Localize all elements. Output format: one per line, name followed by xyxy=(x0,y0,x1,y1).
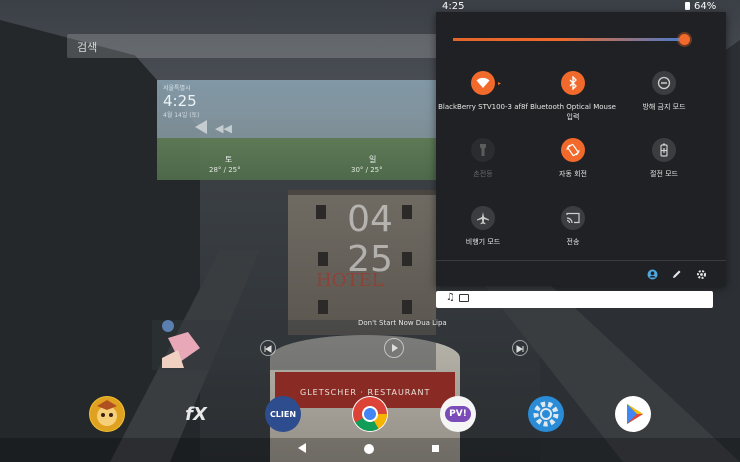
status-time: 4:25 xyxy=(442,1,465,12)
clash-of-clans-icon xyxy=(90,397,124,431)
tile-auto-rotate-label: 자동 회전 xyxy=(559,170,587,178)
wifi-icon xyxy=(471,71,495,95)
album-art xyxy=(162,320,200,368)
skip-previous-icon xyxy=(264,345,272,353)
airplane-icon xyxy=(471,206,495,230)
clien-icon: CLIEN xyxy=(269,409,297,419)
tile-dnd-label: 방해 금지 모드 xyxy=(642,103,686,111)
hotel-window xyxy=(318,300,328,314)
skip-next-icon xyxy=(516,345,524,353)
pv-badge: PV! xyxy=(440,396,476,432)
home-search-label: 검색 xyxy=(77,41,98,54)
dock-app-settings[interactable] xyxy=(528,396,564,432)
hotel-window xyxy=(316,205,326,219)
nav-back-button[interactable] xyxy=(298,443,306,453)
music-play-button[interactable] xyxy=(384,338,404,358)
tile-battery-saver-label: 절전 모드 xyxy=(650,170,678,178)
tile-bluetooth-sub: 입력 xyxy=(566,113,580,121)
weather-ground xyxy=(157,138,437,180)
dock-app-chrome[interactable] xyxy=(352,396,388,432)
weather-widget[interactable]: 서울특별시 4:25 4월 14일 (토) ◀◀ 토 28° / 25° 일 3… xyxy=(157,80,437,180)
play-store-icon xyxy=(616,397,650,431)
do-not-disturb-icon xyxy=(652,71,676,95)
tile-battery-saver[interactable]: 절전 모드 xyxy=(616,138,712,198)
media-box-icon xyxy=(459,294,469,302)
nav-home-button[interactable] xyxy=(364,444,374,454)
settings-gear-icon xyxy=(529,397,563,431)
dock-app-fx[interactable]: fX xyxy=(178,396,214,432)
weather-temp-2: 30° / 25° xyxy=(351,166,383,174)
flashlight-icon xyxy=(471,138,495,162)
brightness-track[interactable] xyxy=(453,38,689,41)
hotel-window xyxy=(402,205,412,219)
music-prev-button[interactable] xyxy=(260,340,276,356)
brightness-thumb[interactable] xyxy=(678,34,690,45)
weather-day-1: 토 xyxy=(225,155,233,164)
wifi-signal-caret-icon: ▸ xyxy=(498,80,502,87)
bluetooth-icon xyxy=(561,71,585,95)
settings-button[interactable] xyxy=(695,268,707,280)
hotel-window xyxy=(318,252,328,266)
battery-icon xyxy=(685,2,690,10)
user-switch-button[interactable] xyxy=(646,268,658,280)
fx-icon: fX xyxy=(185,403,207,425)
edit-icon xyxy=(673,270,681,278)
media-notification[interactable]: ♫ xyxy=(436,291,713,308)
tile-cast-label: 전송 xyxy=(566,238,580,246)
weather-date: 4월 14일 (토) xyxy=(163,112,200,119)
weather-location: 서울특별시 xyxy=(163,85,191,92)
tile-auto-rotate[interactable]: 자동 회전 xyxy=(525,138,621,198)
cast-icon xyxy=(561,206,585,230)
hotel-window xyxy=(402,252,412,266)
tile-flashlight[interactable]: 손전등 xyxy=(435,138,531,198)
tile-do-not-disturb[interactable]: 방해 금지 모드 xyxy=(616,71,712,131)
dock-app-pv[interactable]: PV! xyxy=(440,396,476,432)
weather-time: 4:25 xyxy=(163,92,197,110)
weather-prev-icon xyxy=(195,120,207,134)
nav-recents-button[interactable] xyxy=(432,445,439,452)
tile-wifi[interactable]: BlackBerry STV100-3 af8f xyxy=(435,71,531,131)
music-track-title: Don't Start Now Dua Lipa xyxy=(358,319,447,327)
hotel-sign: HOTEL xyxy=(316,270,384,291)
pv-icon: PV! xyxy=(445,406,471,422)
hotel-window xyxy=(402,300,412,314)
settings-icon xyxy=(696,269,706,279)
clock-hour: 04 xyxy=(347,199,393,240)
dock-app-clien[interactable]: CLIEN xyxy=(265,396,301,432)
music-next-button[interactable] xyxy=(512,340,528,356)
tile-wifi-label: BlackBerry STV100-3 af8f xyxy=(438,103,528,111)
auto-rotate-icon xyxy=(561,138,585,162)
tile-cast[interactable]: 전송 xyxy=(525,206,621,266)
tile-airplane-label: 비행기 모드 xyxy=(465,238,501,246)
dock-app-clash-of-clans[interactable] xyxy=(89,396,125,432)
user-icon xyxy=(647,269,657,279)
quick-settings-divider xyxy=(436,260,726,261)
play-icon xyxy=(392,344,398,352)
weather-rewind-icon: ◀◀ xyxy=(215,122,232,135)
big-clock-widget[interactable]: 04 25 xyxy=(345,200,395,280)
battery-saver-icon xyxy=(652,138,676,162)
chrome-icon xyxy=(353,397,387,431)
home-search-bar[interactable]: 검색 xyxy=(67,34,437,58)
tile-airplane-mode[interactable]: 비행기 모드 xyxy=(435,206,531,266)
dock-app-play-store[interactable] xyxy=(615,396,651,432)
tile-flashlight-label: 손전등 xyxy=(473,170,493,178)
music-note-icon: ♫ xyxy=(446,292,455,303)
weather-day-2: 일 xyxy=(369,155,377,164)
tile-bluetooth[interactable]: Bluetooth Optical Mouse 입력 xyxy=(525,71,621,131)
weather-temp-1: 28° / 25° xyxy=(209,166,241,174)
status-battery: 64% xyxy=(694,1,717,12)
tile-bluetooth-label: Bluetooth Optical Mouse xyxy=(530,103,616,111)
edit-tiles-button[interactable] xyxy=(671,268,683,280)
